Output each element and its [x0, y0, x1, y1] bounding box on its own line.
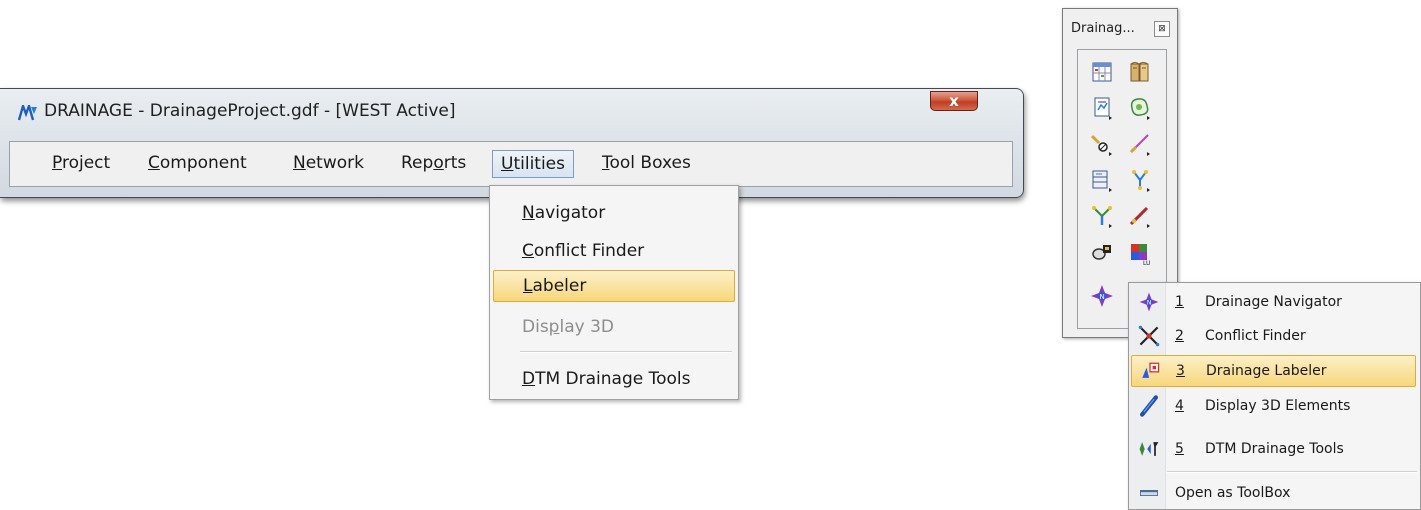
toolbox-close-button[interactable]: ⊠	[1154, 21, 1170, 37]
database-tools-icon[interactable]	[1088, 238, 1116, 266]
library-book-icon[interactable]	[1126, 58, 1154, 86]
flyout-item-label: Open as ToolBox	[1175, 485, 1291, 501]
flyout-item-conflict-finder[interactable]: 2 Conflict Finder	[1131, 321, 1416, 353]
flyout-item-number: 4	[1175, 398, 1184, 414]
navigator-compass-icon[interactable]: N	[1088, 282, 1116, 310]
flyout-item-display-3d-elements[interactable]: 4 Display 3D Elements	[1131, 391, 1416, 423]
menu-project[interactable]: Project	[44, 150, 118, 178]
project-table-icon[interactable]	[1088, 58, 1116, 86]
menu-network[interactable]: Network	[285, 150, 372, 178]
menu-bar: Project Component Network Reports Utilit…	[9, 141, 1013, 187]
menu-item-navigator[interactable]: Navigator	[493, 198, 735, 230]
flyout-item-label: Drainage Navigator	[1205, 294, 1342, 310]
toolbox-title: Drainag...	[1071, 21, 1135, 36]
svg-text:LU: LU	[1143, 260, 1150, 266]
color-palette-icon[interactable]: LU	[1126, 238, 1154, 267]
pipe-link-icon[interactable]	[1126, 130, 1154, 158]
menu-item-dtm-drainage-tools[interactable]: DTM Drainage Tools	[493, 364, 735, 396]
flyout-item-drainage-labeler[interactable]: 3 Drainage Labeler	[1131, 355, 1416, 387]
menu-item-conflict-finder[interactable]: Conflict Finder	[493, 236, 735, 268]
drainage-app-icon	[18, 105, 37, 121]
window-title: DRAINAGE - DrainageProject.gdf - [WEST A…	[44, 101, 456, 121]
report-document-icon[interactable]	[1088, 94, 1116, 122]
pipe-node-icon[interactable]	[1088, 130, 1116, 158]
flyout-item-label: Display 3D Elements	[1205, 398, 1351, 414]
flyout-item-number: 1	[1175, 294, 1184, 310]
area-boundary-icon[interactable]	[1126, 94, 1154, 122]
network-profile-icon[interactable]	[1088, 166, 1116, 194]
flyout-item-number: 5	[1175, 441, 1184, 457]
flyout-separator	[1167, 471, 1417, 473]
utilities-dropdown: Navigator Conflict Finder Labeler Displa…	[489, 185, 739, 400]
flyout-item-label: Drainage Labeler	[1206, 363, 1327, 379]
menu-item-labeler[interactable]: Labeler	[493, 270, 735, 302]
menu-tool-boxes[interactable]: Tool Boxes	[594, 150, 699, 178]
drainage-flyout-menu: N 1 Drainage Navigator 2 Conflict Finder…	[1128, 282, 1421, 510]
menu-component[interactable]: Component	[140, 150, 255, 178]
drainage-window: DRAINAGE - DrainageProject.gdf - [WEST A…	[0, 88, 1024, 198]
flyout-item-open-as-toolbox[interactable]: Open as ToolBox	[1131, 478, 1416, 510]
pipe-edit-icon[interactable]	[1126, 202, 1154, 230]
network-tree-icon[interactable]	[1126, 166, 1154, 194]
menu-utilities[interactable]: Utilities	[492, 150, 574, 178]
labeler-icon	[1142, 362, 1160, 378]
conflict-cross-icon	[1138, 325, 1160, 347]
junction-tree-icon[interactable]	[1088, 202, 1116, 230]
menu-reports[interactable]: Reports	[393, 150, 474, 178]
pipe-3d-icon	[1140, 395, 1158, 417]
flyout-item-number: 3	[1176, 363, 1185, 379]
svg-text:N: N	[1100, 293, 1105, 301]
toolbox-window-icon	[1140, 490, 1158, 496]
flyout-item-number: 2	[1175, 328, 1184, 344]
flyout-item-dtm-drainage-tools[interactable]: 5 DTM Drainage Tools	[1131, 434, 1416, 466]
menu-item-display-3d: Display 3D	[522, 317, 614, 337]
menu-separator	[520, 351, 732, 353]
svg-text:N: N	[1147, 300, 1152, 307]
dtm-tools-icon	[1139, 442, 1159, 456]
flyout-item-label: DTM Drainage Tools	[1205, 441, 1344, 457]
flyout-item-drainage-navigator[interactable]: N 1 Drainage Navigator	[1131, 287, 1416, 319]
flyout-item-label: Conflict Finder	[1205, 328, 1306, 344]
window-close-button[interactable]: x	[930, 91, 978, 111]
navigator-compass-icon: N	[1139, 292, 1159, 312]
